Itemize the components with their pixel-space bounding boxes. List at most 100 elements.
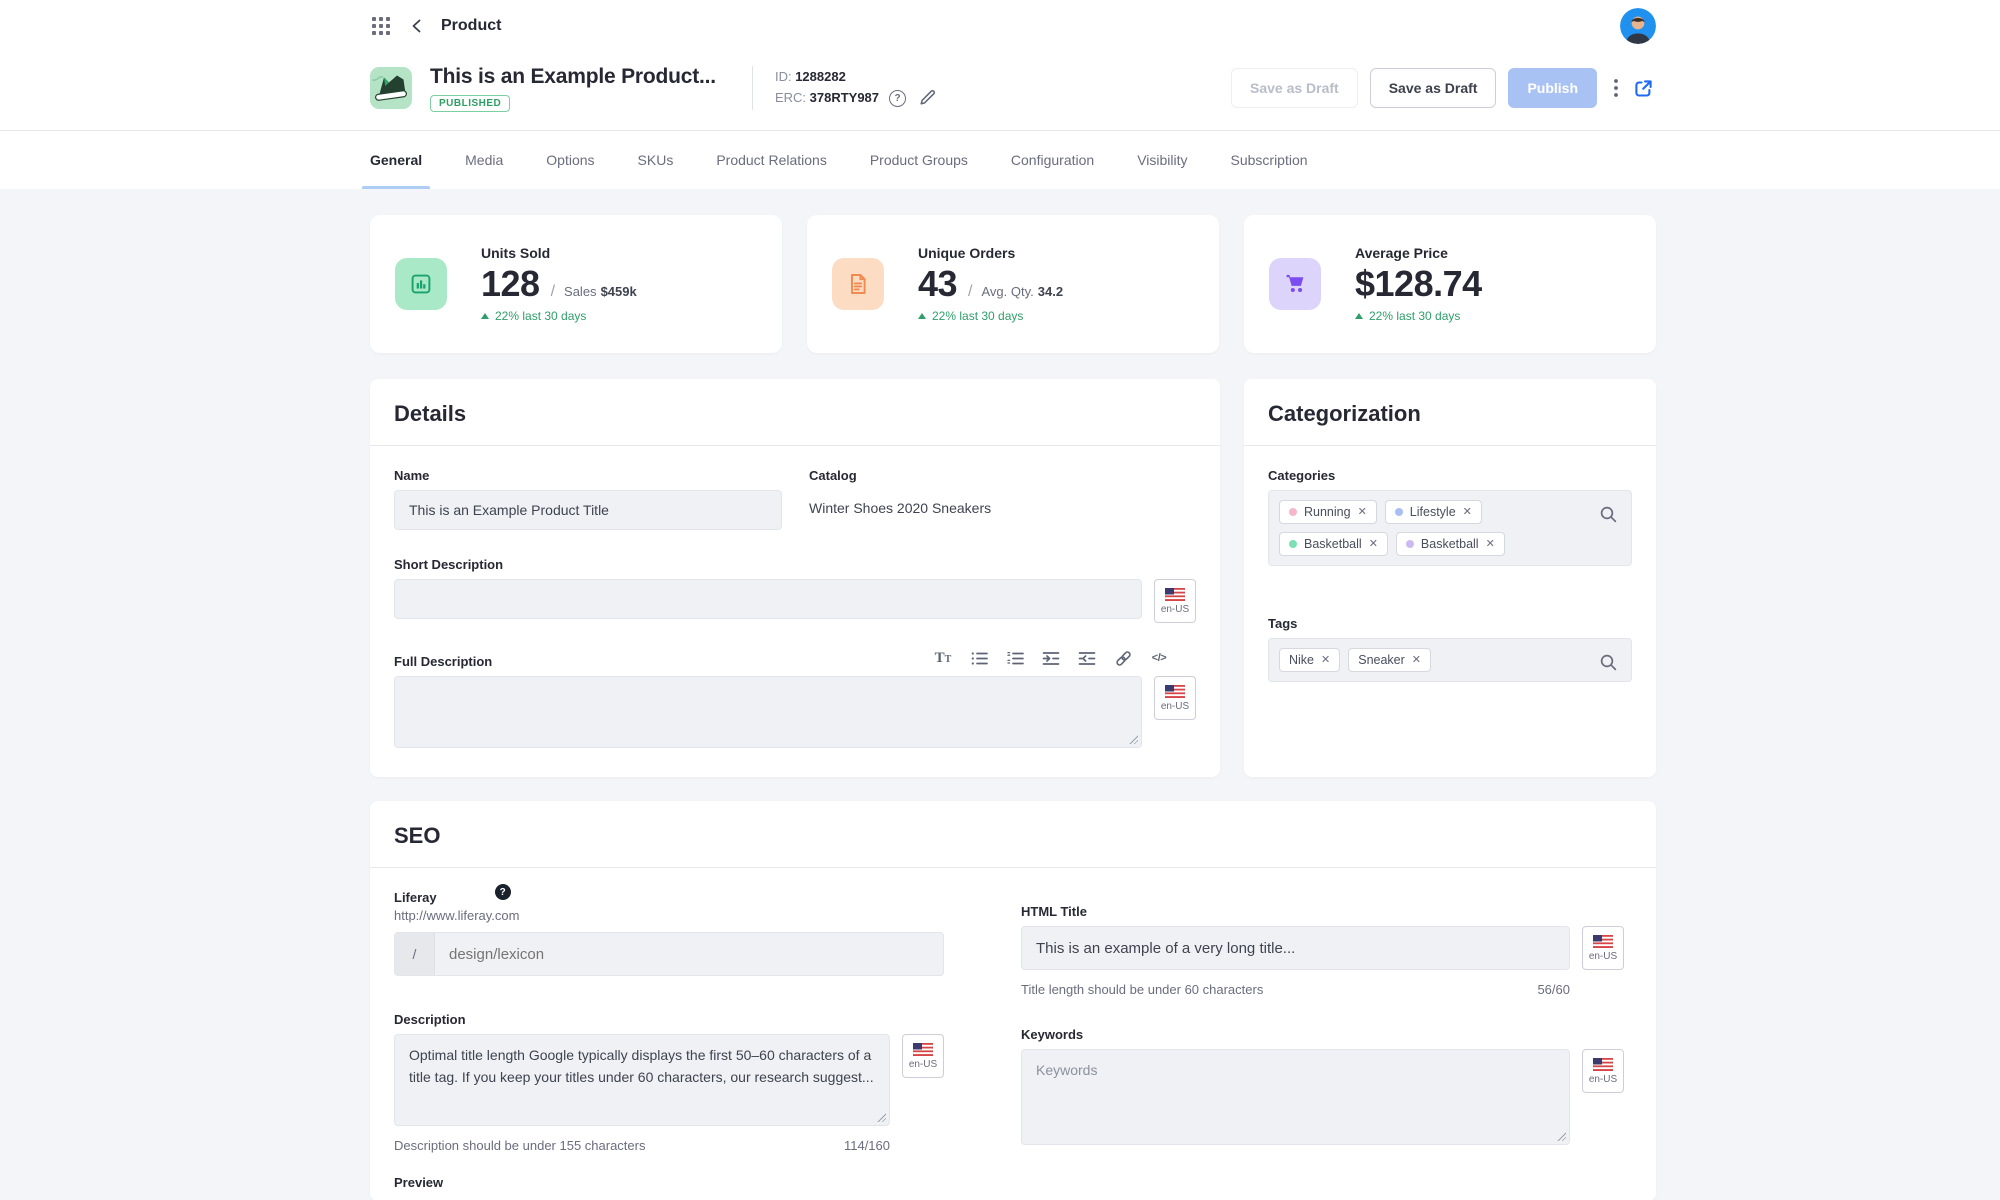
site-url: http://www.liferay.com — [394, 908, 944, 923]
remove-chip-icon[interactable]: ✕ — [1463, 507, 1472, 518]
edit-pencil-icon[interactable] — [916, 87, 938, 109]
publish-button[interactable]: Publish — [1508, 68, 1597, 108]
tags-selector[interactable]: Nike ✕ Sneaker ✕ — [1268, 638, 1632, 682]
search-icon[interactable] — [1599, 653, 1618, 675]
stat-subvalue: Sales$459k — [564, 284, 637, 299]
outdent-icon[interactable] — [1074, 647, 1100, 669]
tab-product-groups[interactable]: Product Groups — [870, 131, 968, 189]
erc-label: ERC: — [775, 90, 806, 105]
delta-up-icon — [918, 313, 926, 319]
search-icon[interactable] — [1599, 505, 1618, 527]
back-chevron-icon[interactable] — [407, 16, 427, 36]
catalog-label: Catalog — [809, 468, 1196, 483]
seo-title: SEO — [394, 823, 1632, 849]
remove-chip-icon[interactable]: ✕ — [1321, 655, 1330, 666]
html-title-helper-text: Title length should be under 60 characte… — [1021, 982, 1263, 997]
categories-selector[interactable]: Running ✕ Lifestyle ✕ Basketball ✕ — [1268, 490, 1632, 566]
name-input[interactable] — [394, 490, 782, 530]
stat-delta: 22% last 30 days — [1355, 309, 1482, 323]
divider — [752, 66, 753, 110]
tag-chip: Nike ✕ — [1279, 648, 1340, 672]
delta-up-icon — [1355, 313, 1363, 319]
tab-subscription[interactable]: Subscription — [1231, 131, 1308, 189]
stat-value: 43 — [918, 263, 957, 305]
description-char-count: 114/160 — [844, 1138, 890, 1153]
external-link-icon[interactable] — [1631, 76, 1656, 101]
category-chip: Basketball ✕ — [1279, 532, 1388, 556]
name-label: Name — [394, 468, 782, 483]
page-title: Product — [441, 17, 501, 35]
us-flag-icon — [1165, 588, 1185, 601]
delta-up-icon — [481, 313, 489, 319]
remove-chip-icon[interactable]: ✕ — [1358, 507, 1367, 518]
categorization-panel: Categorization Categories Running ✕ Life… — [1244, 379, 1656, 777]
remove-chip-icon[interactable]: ✕ — [1369, 539, 1378, 550]
keywords-label: Keywords — [1021, 1027, 1624, 1042]
seo-description-textarea[interactable]: Optimal title length Google typically di… — [394, 1034, 890, 1126]
help-icon[interactable]: ? — [495, 884, 511, 900]
us-flag-icon — [1165, 685, 1185, 698]
rich-text-toolbar: TT — [930, 647, 1172, 669]
tab-product-relations[interactable]: Product Relations — [716, 131, 827, 189]
full-description-textarea[interactable] — [394, 676, 1142, 748]
remove-chip-icon[interactable]: ✕ — [1486, 539, 1495, 550]
code-icon[interactable]: </> — [1146, 647, 1172, 669]
tab-media[interactable]: Media — [465, 131, 503, 189]
tab-general[interactable]: General — [370, 131, 422, 189]
tab-skus[interactable]: SKUs — [638, 131, 674, 189]
save-as-draft-button[interactable]: Save as Draft — [1370, 68, 1497, 108]
tab-configuration[interactable]: Configuration — [1011, 131, 1094, 189]
stat-subvalue: Avg. Qty.34.2 — [982, 284, 1064, 299]
link-icon[interactable] — [1110, 647, 1136, 669]
erc-value: 378RTY987 — [810, 90, 879, 105]
friendly-url-field: / — [394, 932, 944, 976]
stat-label: Unique Orders — [918, 245, 1063, 261]
stats-row: Units Sold 128 / Sales$459k 22% last 30 … — [370, 215, 1656, 353]
html-title-label: HTML Title — [1021, 904, 1624, 919]
us-flag-icon — [1593, 935, 1613, 948]
short-description-label: Short Description — [394, 557, 1196, 572]
bar-chart-icon — [395, 258, 447, 310]
text-format-icon[interactable]: TT — [930, 647, 956, 669]
locale-flag-button[interactable]: en-US — [902, 1034, 944, 1078]
unordered-list-icon[interactable] — [966, 647, 992, 669]
category-color-dot — [1289, 508, 1297, 516]
keywords-textarea[interactable] — [1021, 1049, 1570, 1145]
tag-chip: Sneaker ✕ — [1348, 648, 1431, 672]
category-chip: Lifestyle ✕ — [1385, 500, 1482, 524]
locale-flag-button[interactable]: en-US — [1154, 676, 1196, 720]
tab-strip: General Media Options SKUs Product Relat… — [0, 131, 2000, 189]
html-title-char-count: 56/60 — [1537, 982, 1570, 997]
remove-chip-icon[interactable]: ✕ — [1412, 655, 1421, 666]
category-color-dot — [1406, 540, 1414, 548]
locale-flag-button[interactable]: en-US — [1154, 579, 1196, 623]
stat-card-unique-orders: Unique Orders 43 / Avg. Qty.34.2 22% las… — [807, 215, 1219, 353]
user-avatar[interactable] — [1620, 8, 1656, 44]
categorization-title: Categorization — [1268, 401, 1632, 427]
liferay-label: Liferay — [394, 890, 437, 905]
html-title-input[interactable] — [1021, 926, 1570, 970]
locale-flag-button[interactable]: en-US — [1582, 1049, 1624, 1093]
tab-visibility[interactable]: Visibility — [1137, 131, 1187, 189]
app-grid-icon[interactable] — [370, 15, 393, 38]
more-options-kebab-icon[interactable] — [1611, 76, 1621, 100]
erc-help-icon[interactable]: ? — [889, 90, 906, 107]
stat-card-average-price: Average Price $128.74 22% last 30 days — [1244, 215, 1656, 353]
short-description-input[interactable] — [394, 579, 1142, 619]
url-path-prefix: / — [395, 933, 435, 975]
tab-options[interactable]: Options — [546, 131, 594, 189]
friendly-url-input[interactable] — [435, 933, 943, 975]
stat-value: 128 — [481, 263, 540, 305]
page-body: Units Sold 128 / Sales$459k 22% last 30 … — [0, 189, 2000, 1200]
ordered-list-icon[interactable] — [1002, 647, 1028, 669]
details-title: Details — [394, 401, 1196, 427]
product-thumbnail — [370, 67, 412, 109]
app-header: Product This is an — [0, 0, 2000, 130]
us-flag-icon — [1593, 1058, 1613, 1071]
categories-label: Categories — [1268, 468, 1632, 483]
indent-icon[interactable] — [1038, 647, 1064, 669]
category-chip: Running ✕ — [1279, 500, 1377, 524]
description-label: Description — [394, 1012, 944, 1027]
us-flag-icon — [913, 1043, 933, 1056]
locale-flag-button[interactable]: en-US — [1582, 926, 1624, 970]
